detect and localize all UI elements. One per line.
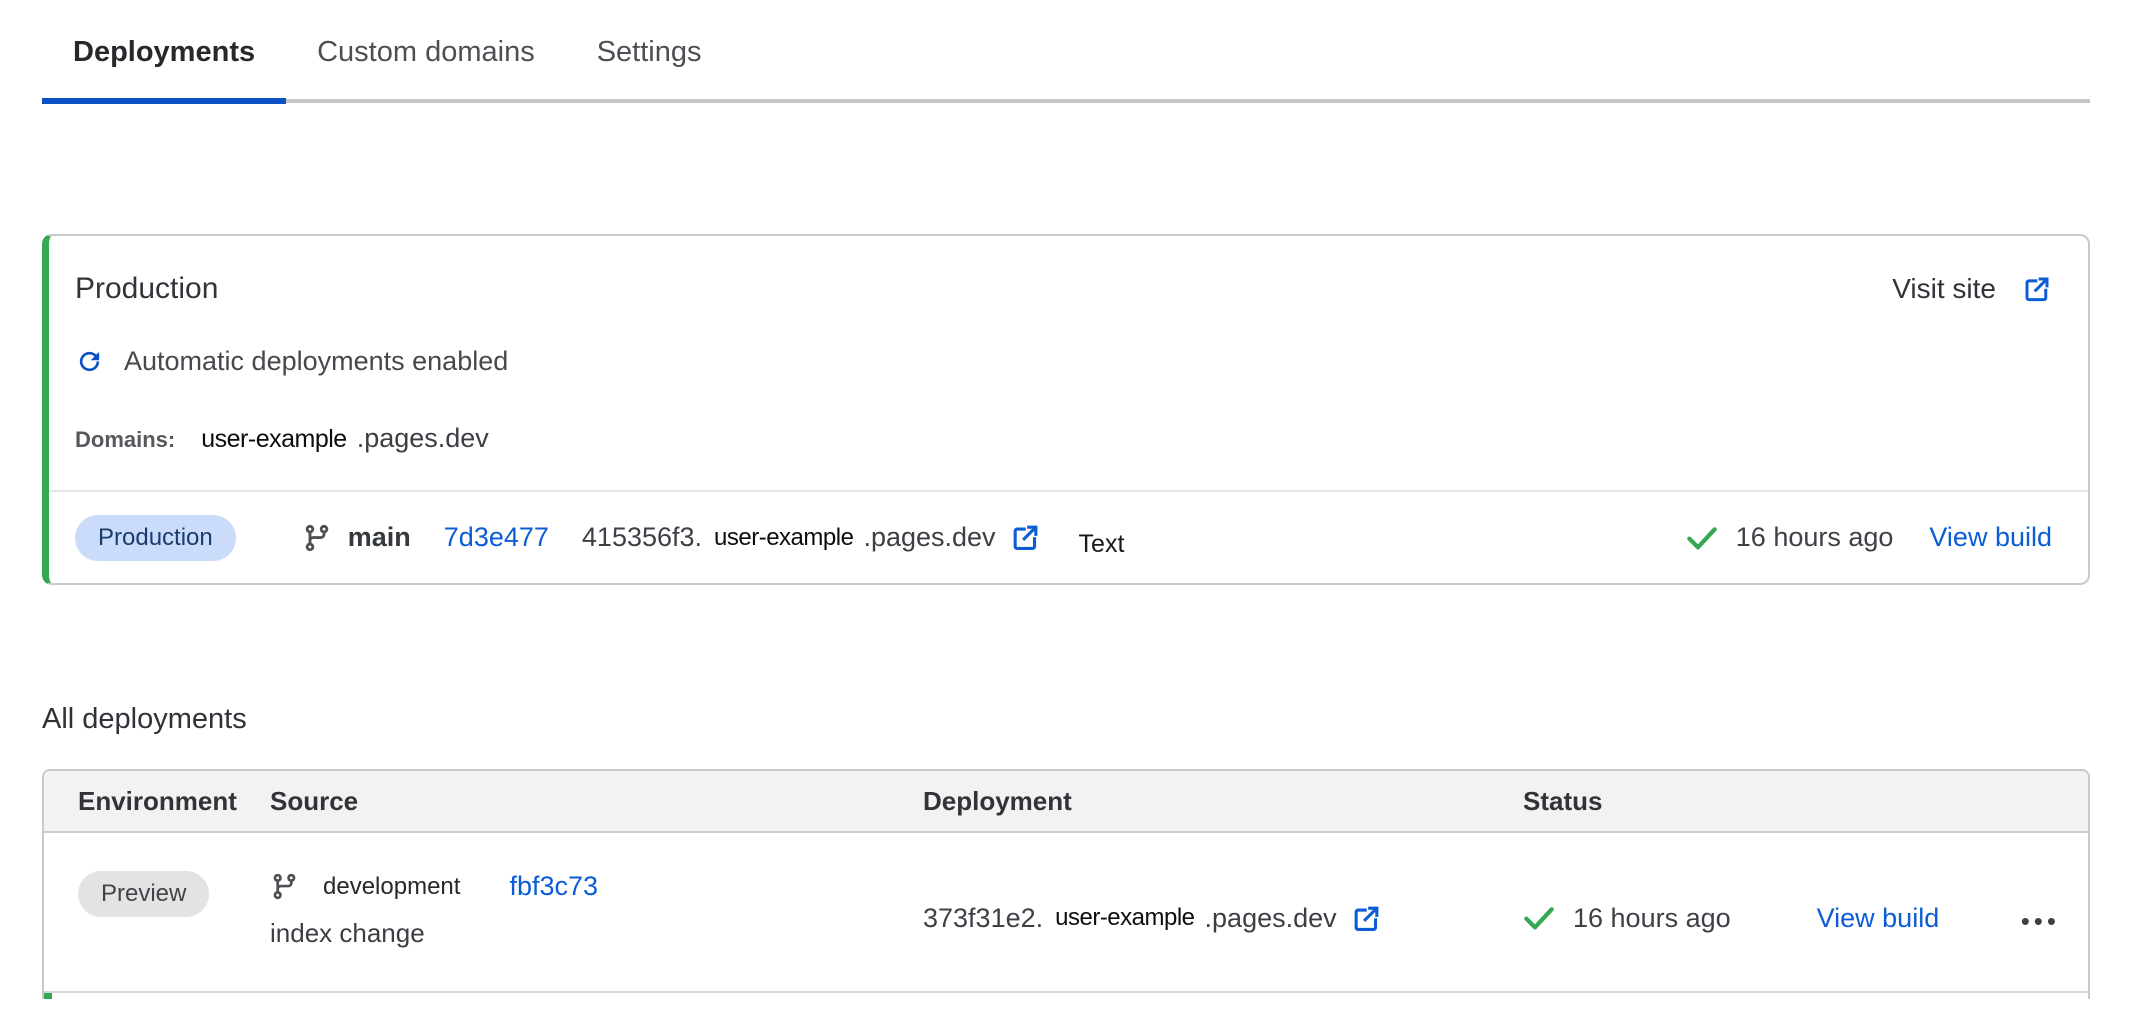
column-header-deployment: Deployment	[923, 786, 1523, 817]
source-cell: development fbf3c73 index change	[270, 871, 923, 965]
external-link-icon[interactable]	[1010, 522, 1041, 553]
column-header-environment: Environment	[78, 786, 270, 817]
column-header-source: Source	[270, 786, 923, 817]
deployment-host-suffix: .pages.dev	[863, 522, 995, 553]
deployment-url: 373f31e2. user-example .pages.dev	[923, 903, 1382, 934]
commit-message: index change	[270, 918, 425, 949]
git-branch-icon	[302, 523, 332, 553]
deployment-cell: 373f31e2. user-example .pages.dev	[923, 871, 1523, 965]
branch-name: main	[348, 522, 411, 553]
pages-project-page: Deployments Custom domains Settings Prod…	[0, 0, 2132, 999]
tab-settings[interactable]: Settings	[566, 36, 733, 99]
external-link-icon	[2022, 274, 2052, 304]
check-icon	[1523, 905, 1555, 931]
tab-custom-domains[interactable]: Custom domains	[286, 36, 566, 99]
view-build-link[interactable]: View build	[1817, 903, 1940, 934]
external-link-icon[interactable]	[1351, 903, 1382, 934]
commit-link[interactable]: fbf3c73	[509, 871, 598, 902]
deployments-table: Environment Source Deployment Status Pre…	[42, 769, 2090, 999]
domains-line: Domains: user-example .pages.dev	[49, 377, 2088, 454]
commit-message: Text	[1079, 530, 1125, 559]
view-build-link[interactable]: View build	[1929, 522, 2052, 553]
environment-badge: Preview	[78, 871, 209, 917]
domains-label: Domains:	[75, 427, 175, 453]
domain-suffix: .pages.dev	[357, 423, 489, 454]
table-header: Environment Source Deployment Status	[44, 771, 2088, 833]
status-cell: 16 hours ago View build •••	[1523, 871, 2088, 965]
git-branch-icon	[270, 872, 299, 901]
all-deployments-title: All deployments	[42, 703, 2090, 736]
check-icon	[1686, 525, 1718, 551]
production-card-title: Production	[75, 272, 218, 306]
commit-link[interactable]: 7d3e477	[444, 522, 549, 553]
deployment-host: user-example	[714, 524, 853, 552]
environment-badge: Production	[75, 515, 236, 561]
environment-cell: Preview	[78, 871, 270, 965]
tab-bar: Deployments Custom domains Settings	[42, 0, 2090, 103]
branch-name: development	[323, 873, 460, 901]
deployment-id: 415356f3.	[582, 522, 702, 553]
deployment-host-suffix: .pages.dev	[1205, 903, 1337, 934]
refresh-icon	[75, 347, 104, 376]
deployment-id: 373f31e2.	[923, 903, 1043, 934]
production-deployment-row: Production main 7d3e477 415356f3. user-e…	[49, 492, 2088, 583]
visit-site-label: Visit site	[1892, 273, 1996, 305]
overflow-menu-button[interactable]: •••	[2021, 908, 2060, 934]
auto-deployments-text: Automatic deployments enabled	[124, 346, 508, 377]
production-card: Production Visit site Automatic deployme…	[42, 234, 2090, 585]
deployment-time: 16 hours ago	[1573, 903, 1731, 934]
tab-deployments[interactable]: Deployments	[42, 36, 286, 99]
deployment-time: 16 hours ago	[1736, 522, 1894, 553]
domain-name: user-example	[201, 425, 346, 454]
deployment-url: 415356f3. user-example .pages.dev	[582, 522, 1041, 553]
column-header-status: Status	[1523, 786, 2088, 817]
table-row: Preview development fbf3c73 index change…	[44, 833, 2088, 993]
next-row-cutoff	[44, 993, 2088, 999]
visit-site-link[interactable]: Visit site	[1892, 273, 2052, 305]
deployment-host: user-example	[1055, 904, 1194, 932]
